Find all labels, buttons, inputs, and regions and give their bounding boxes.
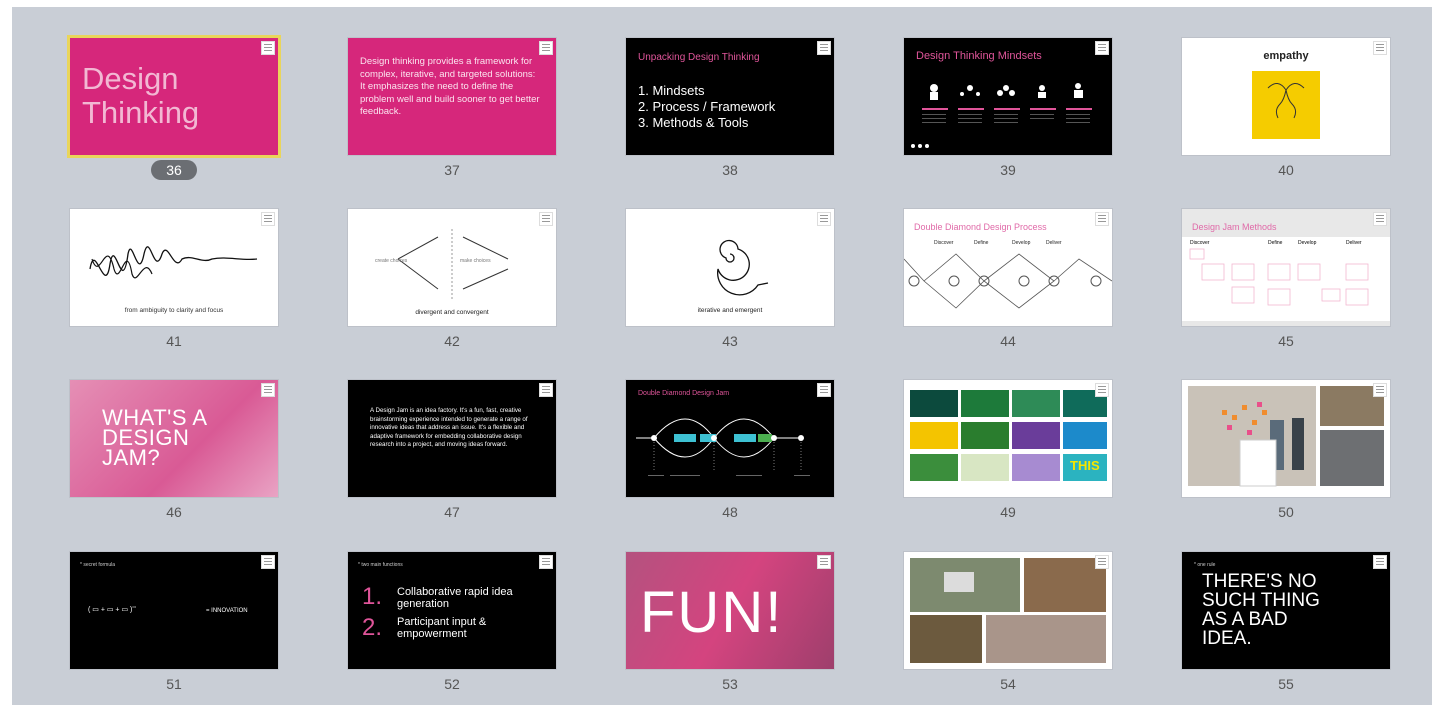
photo-collage: [910, 558, 1106, 663]
menu-icon[interactable]: [261, 555, 275, 569]
double-diamond-diagram: [904, 253, 1112, 309]
slide-number: 37: [444, 162, 460, 178]
list-number: 1.: [362, 583, 383, 610]
slide-caption: from ambiguity to clarity and focus: [124, 307, 224, 314]
menu-icon[interactable]: [817, 41, 831, 55]
formula: ( ▭ + ▭ + ▭ )▭: [88, 604, 137, 614]
slide-body-text: Design thinking provides a framework for…: [360, 56, 540, 118]
list-item: Participant input & empowerment: [397, 616, 487, 640]
menu-icon[interactable]: [261, 212, 275, 226]
slide-list: 1. Mindsets 2. Process / Framework 3. Meth…: [638, 83, 776, 130]
menu-icon[interactable]: [817, 555, 831, 569]
slide-sorter-grid: Design Thinking 36 Design thinking provid…: [12, 7, 1432, 705]
slide-number: 53: [722, 676, 738, 692]
slide-label: * secret formula: [80, 562, 116, 568]
slide-number: 38: [722, 162, 738, 178]
menu-icon[interactable]: [817, 383, 831, 397]
slide-number: 43: [722, 333, 738, 349]
poster-text: THIS: [1070, 458, 1100, 473]
slide-number: 55: [1278, 676, 1294, 692]
menu-icon[interactable]: [1373, 41, 1387, 55]
slide-number: 44: [1000, 333, 1016, 349]
poster-collage: [910, 390, 1107, 481]
menu-icon[interactable]: [539, 383, 553, 397]
slide-number: 50: [1278, 504, 1294, 520]
menu-icon[interactable]: [539, 555, 553, 569]
menu-icon[interactable]: [1095, 555, 1109, 569]
slide-label: * one rule: [1194, 562, 1216, 568]
menu-icon[interactable]: [1095, 383, 1109, 397]
menu-icon[interactable]: [1373, 555, 1387, 569]
slide-number: 46: [166, 504, 182, 520]
menu-icon[interactable]: [261, 41, 275, 55]
photo-collage: [1188, 386, 1384, 487]
menu-icon[interactable]: [539, 41, 553, 55]
menu-icon[interactable]: [1095, 41, 1109, 55]
right-label: make choices: [460, 258, 491, 264]
menu-icon[interactable]: [817, 212, 831, 226]
left-label: create choices: [375, 258, 408, 264]
slide-number: 52: [444, 676, 460, 692]
menu-icon[interactable]: [1373, 212, 1387, 226]
list-item: Collaborative rapid idea generation: [397, 586, 513, 610]
menu-icon[interactable]: [1095, 212, 1109, 226]
menu-icon[interactable]: [1373, 383, 1387, 397]
slide-body-text: A Design Jam is an idea factory. It's a …: [370, 407, 528, 449]
slide-title: WHAT'S A DESIGN JAM?: [102, 405, 208, 470]
slide-caption: iterative and emergent: [697, 307, 763, 314]
slide-number: 41: [166, 333, 182, 349]
slide-number: 49: [1000, 504, 1016, 520]
slide-number: 39: [1000, 162, 1016, 178]
slide-number: 51: [166, 676, 182, 692]
slide-number: 45: [1278, 333, 1294, 349]
slide-number: 47: [444, 504, 460, 520]
double-diamond-jam-diagram: [636, 418, 810, 476]
methods-cards: [1189, 248, 1369, 306]
slide-caption: divergent and convergent: [415, 309, 489, 316]
mindset-icons: [911, 83, 1092, 148]
slide-title: FUN!: [640, 580, 784, 645]
menu-icon[interactable]: [539, 212, 553, 226]
slide-title: Unpacking Design Thinking: [638, 52, 760, 63]
slide-number: 40: [1278, 162, 1294, 178]
list-number: 2.: [362, 614, 383, 641]
slide-title: THERE'S NO SUCH THING AS A BAD IDEA.: [1202, 571, 1320, 649]
slide-number: 42: [444, 333, 460, 349]
slide-number: 48: [722, 504, 738, 520]
slide-title: Design Thinking: [82, 61, 200, 130]
formula-result: = INNOVATION: [206, 608, 248, 614]
menu-icon[interactable]: [261, 383, 275, 397]
empathy-illustration: [1252, 71, 1320, 139]
slide-label: * two main functions: [358, 562, 403, 568]
slide-number: 36: [70, 160, 278, 180]
slide-number: 54: [1000, 676, 1016, 692]
